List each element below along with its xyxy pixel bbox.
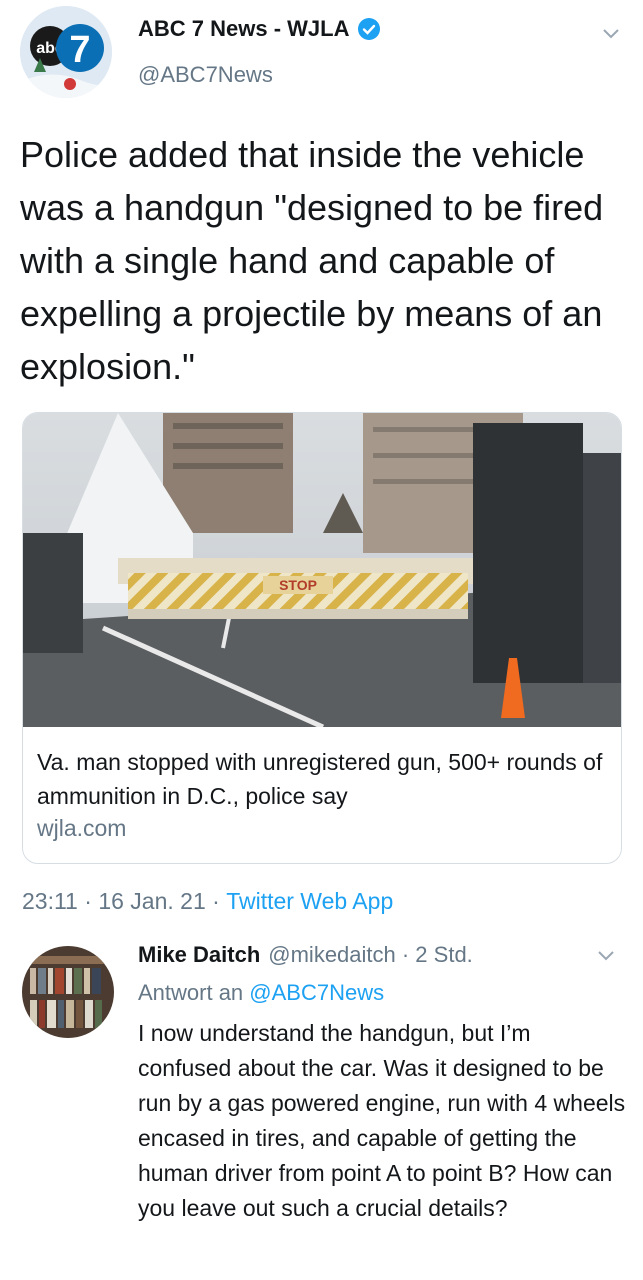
tweet-date: 16 Jan. 21 <box>98 888 206 914</box>
meta-separator: · <box>205 888 227 914</box>
account-handle[interactable]: @ABC7News <box>138 62 273 88</box>
reply-text: I now understand the handgun, but I’m co… <box>138 1020 626 1221</box>
card-title[interactable]: Va. man stopped with unregistered gun, 5… <box>37 745 607 813</box>
reply-chevron-down-icon[interactable] <box>597 950 615 962</box>
card-domain[interactable]: wjla.com <box>37 815 126 842</box>
reply-author-handle[interactable]: @mikedaitch · 2 Std. <box>268 942 473 968</box>
reply-context: Antwort an @ABC7News <box>138 980 384 1006</box>
meta-separator: · <box>77 888 99 914</box>
reply-author-name[interactable]: Mike Daitch <box>138 942 260 968</box>
tweet-meta: 23:11 · 16 Jan. 21 · Twitter Web App <box>22 888 393 915</box>
verified-badge-icon <box>358 18 381 40</box>
tweet-time: 23:11 <box>22 888 78 914</box>
tweet-source-link[interactable]: Twitter Web App <box>226 888 393 915</box>
tweet-text: Police added that inside the vehicle was… <box>20 134 604 387</box>
reply-avatar[interactable] <box>22 946 114 1038</box>
account-avatar[interactable]: abc 7 <box>20 6 112 98</box>
barrier-stop-sign: STOP <box>279 577 317 593</box>
reply-to-label: Antwort an <box>138 980 250 1005</box>
chevron-down-icon[interactable] <box>602 28 620 40</box>
card-image[interactable]: STOP <box>23 413 621 727</box>
account-name[interactable]: ABC 7 News - WJLA <box>138 16 349 42</box>
logo-number: 7 <box>69 29 90 71</box>
link-card[interactable]: STOP Va. man stopped with unregistered g… <box>22 412 622 864</box>
reply-to-handle-link[interactable]: @ABC7News <box>249 980 384 1005</box>
